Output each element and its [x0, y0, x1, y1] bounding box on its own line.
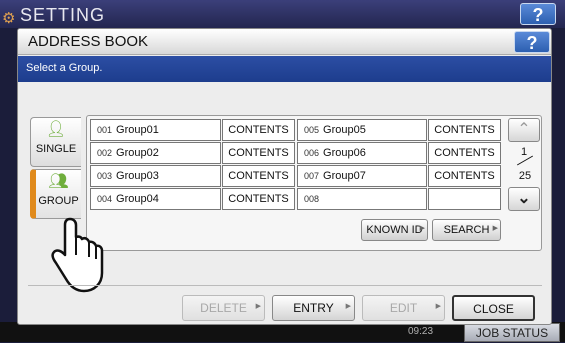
clock-display: 09:23 [408, 326, 434, 337]
footer-divider [28, 285, 542, 286]
group-entry-007[interactable]: 007 Group07 [297, 165, 427, 187]
instruction-message: Select a Group. [26, 62, 103, 74]
scroll-up-button[interactable]: ⌃ [508, 118, 540, 142]
group-entry-003[interactable]: 003 Group03 [90, 165, 221, 187]
known-id-button[interactable]: KNOWN ID ▶ [361, 219, 428, 241]
close-button[interactable]: CLOSE [452, 295, 535, 321]
group-entry-002[interactable]: 002 Group02 [90, 142, 221, 164]
group-entry-008[interactable]: 008 [297, 188, 427, 210]
corner-arrow-icon: ▶ [345, 303, 351, 310]
corner-arrow-icon: ▶ [255, 303, 261, 310]
message-bar: Select a Group. [18, 56, 551, 82]
group-entry-004[interactable]: 004 Group04 [90, 188, 221, 210]
entry-button[interactable]: ENTRY ▶ [272, 295, 355, 321]
group-contents-001[interactable]: CONTENTS [222, 119, 295, 141]
setting-icon: ⚙ [2, 10, 16, 27]
tab-group[interactable]: 👥︎ GROUP [30, 169, 81, 219]
dialog-title: ADDRESS BOOK [28, 33, 149, 50]
group-contents-003[interactable]: CONTENTS [222, 165, 295, 187]
address-book-dialog: ADDRESS BOOK ? Select a Group. 👤︎ SINGLE… [17, 28, 552, 325]
group-icon: 👥︎ [48, 173, 69, 190]
dialog-titlebar: ADDRESS BOOK ? [18, 29, 551, 55]
group-contents-005[interactable]: CONTENTS [428, 119, 501, 141]
scroll-down-button[interactable]: ⌄ [508, 187, 540, 211]
corner-arrow-icon: ▶ [435, 303, 441, 310]
chevron-down-icon: ⌄ [517, 190, 531, 207]
tab-group-label: GROUP [38, 195, 79, 207]
job-status-button[interactable]: JOB STATUS [464, 323, 560, 342]
page-total: 25 [518, 170, 532, 182]
group-contents-007[interactable]: CONTENTS [428, 165, 501, 187]
chevron-up-icon: ⌃ [517, 121, 531, 138]
group-contents-002[interactable]: CONTENTS [222, 142, 295, 164]
edit-button[interactable]: EDIT ▶ [362, 295, 445, 321]
person-icon: 👤︎ [45, 121, 67, 138]
tab-single[interactable]: 👤︎ SINGLE [30, 117, 81, 167]
corner-arrow-icon: ▶ [419, 225, 425, 232]
pointing-hand-icon [51, 217, 104, 293]
group-contents-004[interactable]: CONTENTS [222, 188, 295, 210]
delete-button[interactable]: DELETE ▶ [182, 295, 265, 321]
dialog-help-button[interactable]: ? [514, 31, 550, 53]
setting-help-button[interactable]: ? [520, 3, 556, 25]
tab-single-label: SINGLE [35, 143, 77, 155]
search-button[interactable]: SEARCH ▶ [432, 219, 501, 241]
group-entry-001[interactable]: 001 Group01 [90, 119, 221, 141]
corner-arrow-icon: ▶ [492, 225, 498, 232]
group-contents-006[interactable]: CONTENTS [428, 142, 501, 164]
setting-title: SETTING [20, 5, 106, 25]
group-entry-005[interactable]: 005 Group05 [297, 119, 427, 141]
group-entry-006[interactable]: 006 Group06 [297, 142, 427, 164]
group-contents-008[interactable] [428, 188, 501, 210]
